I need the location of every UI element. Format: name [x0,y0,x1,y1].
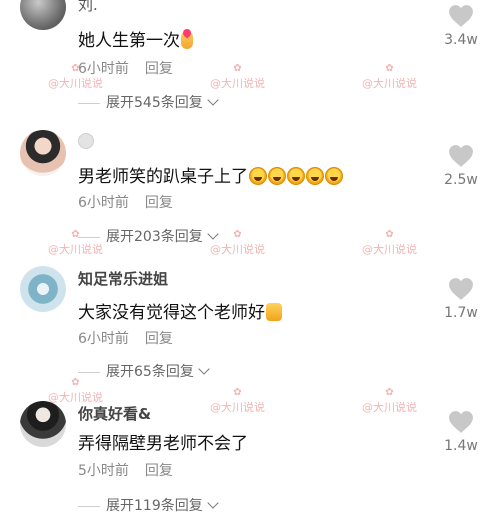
divider [78,371,100,373]
like-count: 1.7w [444,305,478,321]
reply-button[interactable]: 回复 [145,331,173,347]
comment-time: 6小时前 [78,331,129,347]
like-count: 1.4w [444,438,478,454]
heart-icon [449,411,473,433]
heart-icon [449,278,473,300]
comment-text: 男老师笑的趴桌子上了 [78,162,343,187]
laugh-crying-icon [287,167,305,185]
watermark-logo-icon: ✿ [233,229,242,240]
comment-time: 6小时前 [78,195,129,211]
comment-time: 5小时前 [78,463,129,479]
watermark-text: @大川说说 [362,77,417,90]
like-button[interactable]: 3.4w [436,4,486,48]
comment-text: 大家没有觉得这个老师好 [78,298,282,323]
laugh-crying-icon [325,167,343,185]
watermark-text: @大川说说 [210,243,265,256]
watermark-text: @大川说说 [210,401,265,414]
expand-replies-label: 展开65条回复 [106,364,194,380]
chevron-down-icon [207,497,219,509]
like-button[interactable]: 1.4w [436,410,486,454]
expand-replies-button[interactable]: 展开119条回复 [78,495,219,515]
chevron-down-icon [207,94,219,106]
expand-replies-label: 展开545条回复 [106,95,203,111]
divider [78,102,100,104]
reply-button[interactable]: 回复 [145,463,173,479]
watermark: ✿ @大川说说 [48,378,103,405]
watermark-text: @大川说说 [210,77,265,90]
like-button[interactable]: 2.5w [436,144,486,188]
watermark: ✿ @大川说说 [48,230,103,257]
reply-button[interactable]: 回复 [145,61,173,77]
comment-username[interactable]: 知足常乐进姐 [78,268,168,289]
divider [78,505,100,507]
thumbs-up-icon [266,303,282,321]
watermark-logo-icon: ✿ [385,387,394,398]
watermark-logo-icon: ✿ [233,387,242,398]
expand-replies-button[interactable]: 展开545条回复 [78,92,219,112]
watermark-text: @大川说说 [48,77,103,90]
comment-meta: 5小时前 回复 [78,460,173,480]
avatar[interactable] [20,130,66,176]
watermark-text: @大川说说 [48,391,103,404]
comment-item: 知足常乐进姐 大家没有觉得这个老师好 6小时前 回复 展开65条回复 1.7w [0,260,500,395]
watermark-text: @大川说说 [48,243,103,256]
like-count: 2.5w [444,172,478,188]
laugh-crying-icon [249,167,267,185]
comment-meta: 6小时前 回复 [78,192,173,212]
heart-icon [449,5,473,27]
comment-text-content: 大家没有觉得这个老师好 [78,303,265,323]
watermark: ✿ @大川说说 [362,388,417,415]
finger-heart-icon [181,31,193,49]
comment-username[interactable]: 刘. [78,0,98,15]
chevron-down-icon [198,363,210,375]
watermark: ✿ @大川说说 [210,64,265,91]
comment-text-content: 弄得隔壁男老师不会了 [78,434,248,454]
watermark: ✿ @大川说说 [210,230,265,257]
comment-text-content: 她人生第一次 [78,31,180,51]
comment-text: 她人生第一次 [78,26,193,51]
avatar[interactable] [20,401,66,447]
watermark: ✿ @大川说说 [48,64,103,91]
watermark-logo-icon: ✿ [385,229,394,240]
watermark-logo-icon: ✿ [71,63,80,74]
like-count: 3.4w [444,32,478,48]
expand-replies-label: 展开203条回复 [106,229,203,245]
expand-replies-label: 展开119条回复 [106,498,203,514]
watermark-logo-icon: ✿ [385,63,394,74]
watermark-logo-icon: ✿ [71,229,80,240]
avatar[interactable] [20,0,66,30]
watermark-logo-icon: ✿ [71,377,80,388]
comment-text: 弄得隔壁男老师不会了 [78,429,248,454]
watermark: ✿ @大川说说 [210,388,265,415]
heart-icon [449,145,473,167]
avatar[interactable] [20,266,66,312]
watermark-text: @大川说说 [362,401,417,414]
reply-button[interactable]: 回复 [145,195,173,211]
comment-text-content: 男老师笑的趴桌子上了 [78,167,248,187]
comment-username[interactable]: 你真好看& [78,403,151,424]
like-button[interactable]: 1.7w [436,277,486,321]
watermark-logo-icon: ✿ [233,63,242,74]
laugh-crying-icon [306,167,324,185]
laugh-crying-icon [268,167,286,185]
watermark-text: @大川说说 [362,243,417,256]
user-badge-icon [78,133,94,149]
watermark: ✿ @大川说说 [362,64,417,91]
comment-meta: 6小时前 回复 [78,328,173,348]
watermark: ✿ @大川说说 [362,230,417,257]
